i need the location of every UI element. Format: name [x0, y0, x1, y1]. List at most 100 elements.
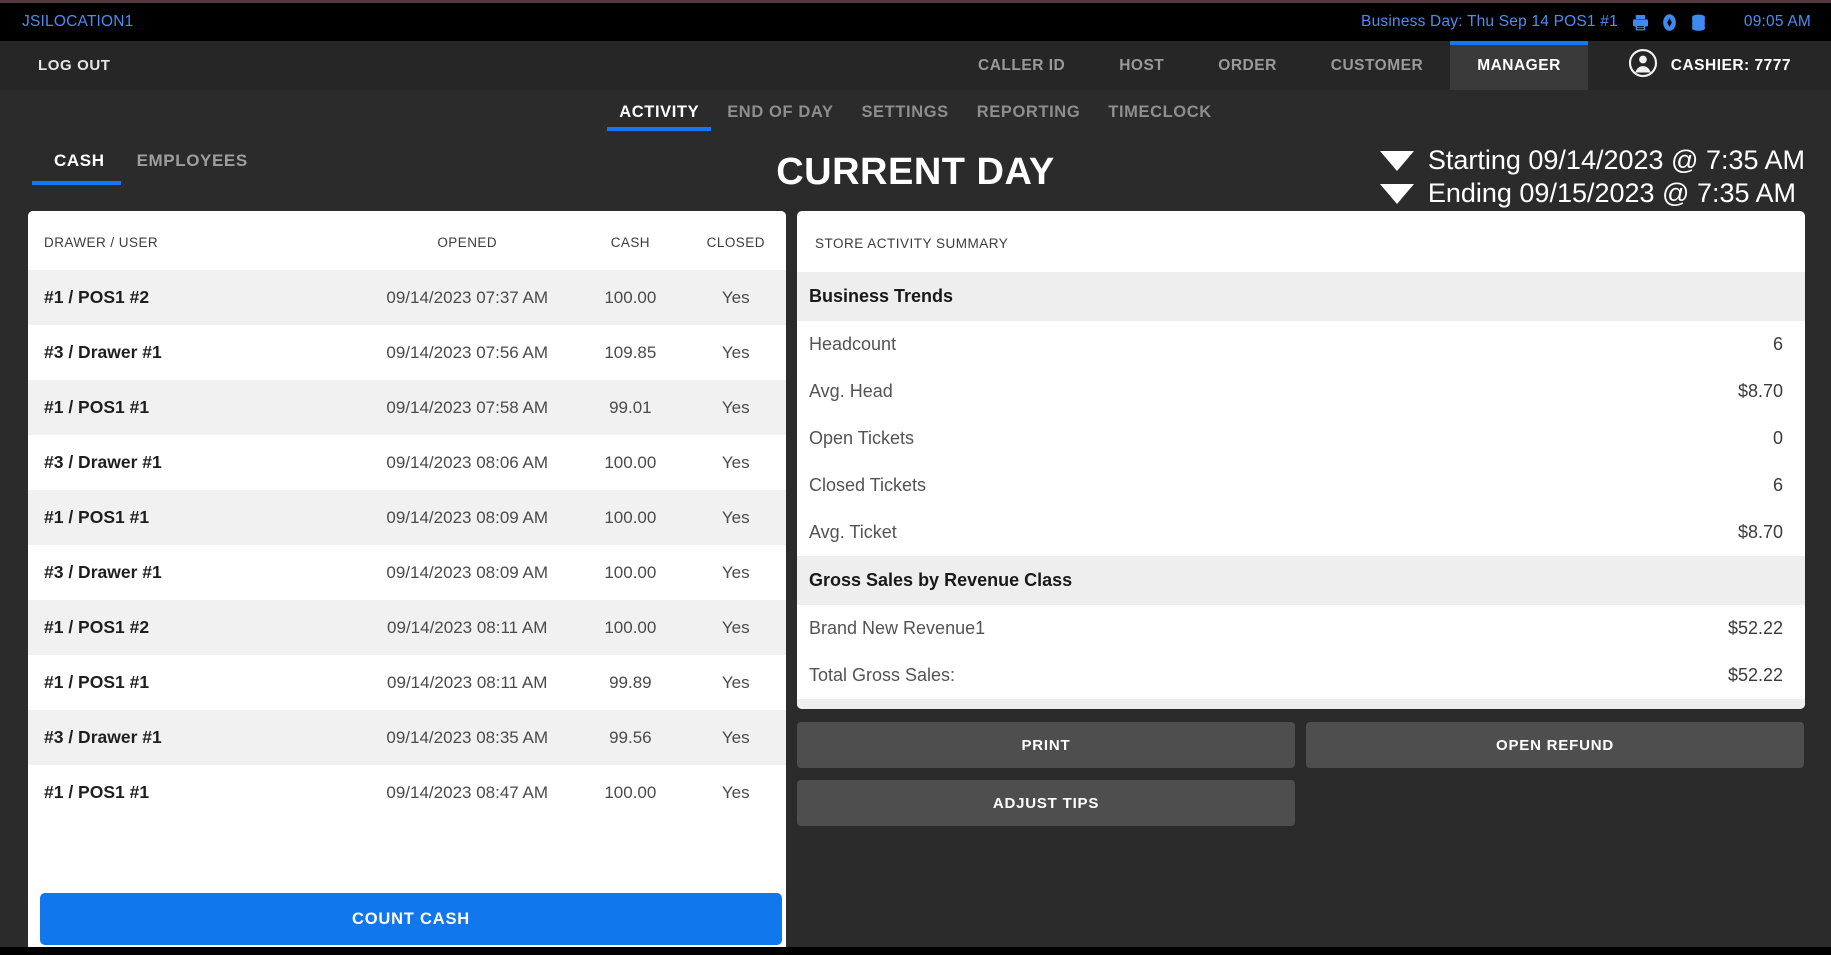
- opened-cell: 09/14/2023 07:58 AM: [359, 380, 575, 435]
- summary-row-label: Gross Sales by Revenue Class: [809, 570, 1072, 591]
- drawer-user-cell: #1 / POS1 #1: [28, 380, 359, 435]
- system-icon-group: [1631, 13, 1708, 32]
- summary-row-label: Open Tickets: [809, 428, 914, 449]
- cash-cell: 99.56: [575, 710, 685, 765]
- summary-row: Avg. Head $8.70: [797, 368, 1805, 415]
- drawer-user-cell: #3 / Drawer #1: [28, 435, 359, 490]
- closed-cell: Yes: [686, 545, 786, 600]
- drawer-user-cell: #3 / Drawer #1: [28, 325, 359, 380]
- table-row[interactable]: #3 / Drawer #109/14/2023 08:09 AM100.00Y…: [28, 545, 786, 600]
- database-icon[interactable]: [1689, 13, 1708, 32]
- column-header-drawer-user: DRAWER / USER: [28, 211, 359, 270]
- nav-tab-caller-id[interactable]: CALLER ID: [951, 41, 1092, 90]
- tab-employees[interactable]: EMPLOYEES: [121, 151, 264, 185]
- summary-row: Total Gross Sales:$52.22: [797, 652, 1805, 699]
- print-button[interactable]: PRINT: [797, 722, 1295, 768]
- closed-cell: Yes: [686, 655, 786, 710]
- summary-row-label: Headcount: [809, 334, 896, 355]
- summary-row-value: 6: [1773, 475, 1783, 496]
- table-row[interactable]: #1 / POS1 #209/14/2023 07:37 AM100.00Yes: [28, 270, 786, 325]
- cash-cell: 109.85: [575, 325, 685, 380]
- summary-group-header: Gross Sales by Revenue Class: [797, 556, 1805, 605]
- summary-row: Open Tickets0: [797, 415, 1805, 462]
- cash-cell: 100.00: [575, 765, 685, 820]
- nav-tab-customer[interactable]: CUSTOMER: [1304, 41, 1450, 90]
- chevron-down-icon[interactable]: [1380, 184, 1414, 204]
- main-navigation: LOG OUT CALLER ID HOST ORDER CUSTOMER MA…: [0, 41, 1831, 90]
- printer-icon[interactable]: [1631, 13, 1650, 32]
- closed-cell: Yes: [686, 435, 786, 490]
- summary-row-label: Avg. Head: [809, 381, 893, 402]
- table-row[interactable]: #1 / POS1 #109/14/2023 07:58 AM99.01Yes: [28, 380, 786, 435]
- cashier-info[interactable]: CASHIER: 7777: [1588, 41, 1831, 90]
- summary-row-value: $52.22: [1728, 618, 1783, 639]
- subnav-activity[interactable]: ACTIVITY: [605, 90, 713, 135]
- summary-row-label: Avg. Ticket: [809, 522, 897, 543]
- action-button-group: PRINT OPEN REFUND ADJUST TIPS: [797, 722, 1805, 826]
- summary-group-header: Business Trends: [797, 272, 1805, 321]
- drawer-user-cell: #1 / POS1 #2: [28, 600, 359, 655]
- column-header-closed: CLOSED: [686, 211, 786, 270]
- main-nav-items: CALLER ID HOST ORDER CUSTOMER MANAGER: [951, 41, 1588, 90]
- summary-row-value: $8.70: [1738, 381, 1783, 402]
- column-header-cash: CASH: [575, 211, 685, 270]
- table-row[interactable]: #3 / Drawer #109/14/2023 08:35 AM99.56Ye…: [28, 710, 786, 765]
- table-row[interactable]: #3 / Drawer #109/14/2023 07:56 AM109.85Y…: [28, 325, 786, 380]
- table-row[interactable]: #1 / POS1 #209/14/2023 08:11 AM100.00Yes: [28, 600, 786, 655]
- count-cash-button[interactable]: COUNT CASH: [40, 893, 782, 945]
- closed-cell: Yes: [686, 325, 786, 380]
- drawer-user-cell: #3 / Drawer #1: [28, 545, 359, 600]
- closed-cell: Yes: [686, 380, 786, 435]
- closed-cell: Yes: [686, 270, 786, 325]
- table-row[interactable]: #1 / POS1 #109/14/2023 08:11 AM99.89Yes: [28, 655, 786, 710]
- store-activity-summary-card: STORE ACTIVITY SUMMARY Business Trends He…: [797, 211, 1805, 709]
- nav-tab-host[interactable]: HOST: [1092, 41, 1191, 90]
- drawer-user-cell: #1 / POS1 #2: [28, 270, 359, 325]
- table-row[interactable]: #1 / POS1 #109/14/2023 08:09 AM100.00Yes: [28, 490, 786, 545]
- chevron-down-icon[interactable]: [1380, 151, 1414, 171]
- drawer-table-card: DRAWER / USER OPENED CASH CLOSED #1 / PO…: [28, 211, 786, 955]
- subnav-end-of-day[interactable]: END OF DAY: [713, 90, 847, 135]
- summary-group-header: Gross Sales by Order Type: [797, 699, 1805, 709]
- closed-cell: Yes: [686, 710, 786, 765]
- cash-cell: 100.00: [575, 545, 685, 600]
- opened-cell: 09/14/2023 08:11 AM: [359, 600, 575, 655]
- nav-tab-manager[interactable]: MANAGER: [1450, 41, 1588, 90]
- pos-manager-screen: JSILOCATION1 Business Day: Thu Sep 14 PO…: [0, 0, 1831, 955]
- cash-cell: 100.00: [575, 490, 685, 545]
- summary-row-value: $52.22: [1728, 665, 1783, 686]
- bottom-edge-fill: [0, 947, 1831, 955]
- opened-cell: 09/14/2023 08:09 AM: [359, 490, 575, 545]
- drawer-user-cell: #3 / Drawer #1: [28, 710, 359, 765]
- starting-date-row[interactable]: Starting 09/14/2023 @ 7:35 AM: [1380, 145, 1805, 176]
- nav-spacer-left: [133, 41, 952, 90]
- cashier-label: CASHIER: 7777: [1671, 57, 1791, 75]
- ending-date-row[interactable]: Ending 09/15/2023 @ 7:35 AM: [1380, 178, 1805, 209]
- diamond-icon[interactable]: [1660, 13, 1679, 32]
- clock-label: 09:05 AM: [1744, 13, 1811, 31]
- nav-tab-order[interactable]: ORDER: [1191, 41, 1303, 90]
- cash-drawer-panel: DRAWER / USER OPENED CASH CLOSED #1 / PO…: [28, 211, 786, 955]
- subnav-reporting[interactable]: REPORTING: [963, 90, 1095, 135]
- date-range-selector: Starting 09/14/2023 @ 7:35 AM Ending 09/…: [1380, 145, 1805, 209]
- table-row[interactable]: #3 / Drawer #109/14/2023 08:06 AM100.00Y…: [28, 435, 786, 490]
- logout-button[interactable]: LOG OUT: [0, 41, 133, 90]
- adjust-tips-button[interactable]: ADJUST TIPS: [797, 780, 1295, 826]
- subnav-settings[interactable]: SETTINGS: [847, 90, 962, 135]
- drawer-table-header-row: DRAWER / USER OPENED CASH CLOSED: [28, 211, 786, 270]
- store-summary-panel: STORE ACTIVITY SUMMARY Business Trends He…: [797, 211, 1805, 955]
- drawer-table-body: #1 / POS1 #209/14/2023 07:37 AM100.00Yes…: [28, 270, 786, 820]
- content-body: DRAWER / USER OPENED CASH CLOSED #1 / PO…: [0, 211, 1831, 955]
- store-activity-summary-title: STORE ACTIVITY SUMMARY: [797, 211, 1805, 272]
- open-refund-button[interactable]: OPEN REFUND: [1306, 722, 1804, 768]
- activity-tabs: CASH EMPLOYEES: [32, 151, 264, 185]
- subnav-timeclock[interactable]: TIMECLOCK: [1094, 90, 1225, 135]
- opened-cell: 09/14/2023 08:11 AM: [359, 655, 575, 710]
- drawer-user-cell: #1 / POS1 #1: [28, 765, 359, 820]
- tab-cash[interactable]: CASH: [32, 151, 121, 185]
- drawer-user-cell: #1 / POS1 #1: [28, 655, 359, 710]
- summary-row: Brand New Revenue1$52.22: [797, 605, 1805, 652]
- drawer-table-head: DRAWER / USER OPENED CASH CLOSED: [28, 211, 786, 270]
- opened-cell: 09/14/2023 08:35 AM: [359, 710, 575, 765]
- table-row[interactable]: #1 / POS1 #109/14/2023 08:47 AM100.00Yes: [28, 765, 786, 820]
